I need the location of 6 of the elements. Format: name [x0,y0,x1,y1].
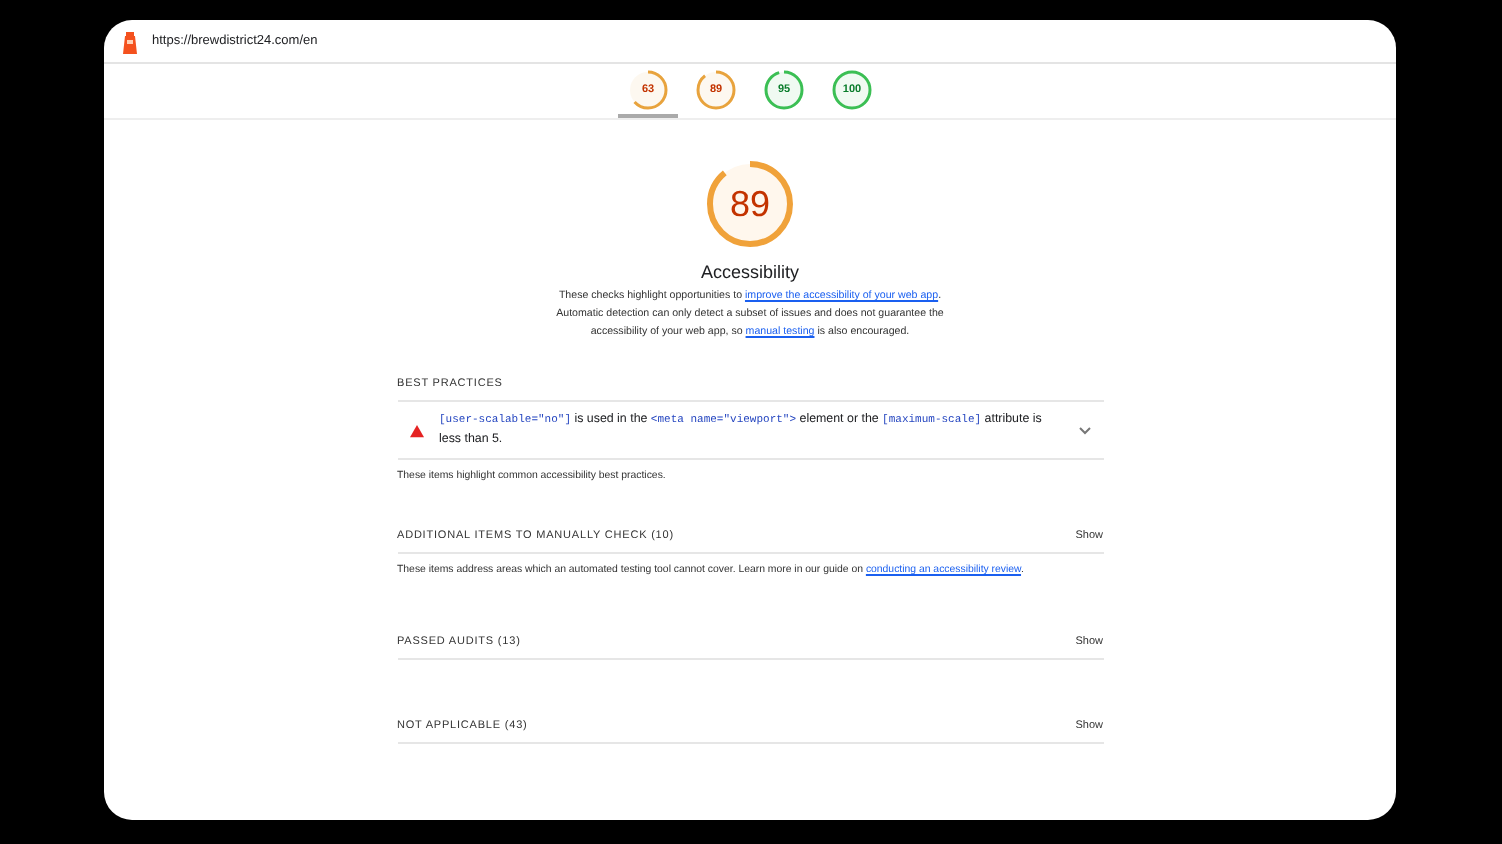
chevron-icon [1077,425,1091,435]
score-gauge [702,156,798,252]
lighthouse-icon [120,28,140,54]
score-value: 89 [729,183,771,225]
warning-icon [409,423,423,437]
category-title: Accessibility [700,262,799,282]
